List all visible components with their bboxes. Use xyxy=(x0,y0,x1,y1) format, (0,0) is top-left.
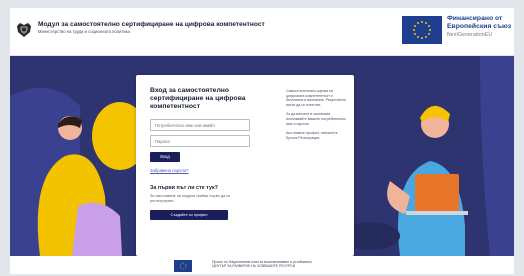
site-title-block[interactable]: Модул за самостоятелно сертифициране на … xyxy=(38,21,328,35)
login-title: Вход за самостоятелно сертифициране на ц… xyxy=(150,87,246,110)
first-time-heading: За първи път ли сте тук? xyxy=(150,185,218,191)
page: Модул за самостоятелно сертифициране на … xyxy=(10,8,514,274)
info-paragraph-3: Ако нямате профил, натиснете бутона Реги… xyxy=(286,131,338,140)
login-form: Вход за самостоятелно сертифициране на ц… xyxy=(150,87,258,220)
header: Модул за самостоятелно сертифициране на … xyxy=(10,8,514,56)
login-card: Вход за самостоятелно сертифициране на ц… xyxy=(136,75,354,256)
eu-funding-text: Финансирано от Европейския съюз NextGene… xyxy=(447,15,514,39)
footer-text: Проект по Националния план за възстановя… xyxy=(212,260,312,269)
login-button[interactable]: Вход xyxy=(150,152,180,162)
site-subtitle: Министерство на труда и социалната полит… xyxy=(38,29,130,34)
forgot-password-link[interactable]: Забравена парола? xyxy=(150,168,258,173)
first-time-text: За използване на модула трябва първо да … xyxy=(150,194,231,203)
site-title[interactable]: Модул за самостоятелно сертифициране на … xyxy=(38,21,328,29)
laptop-icon xyxy=(415,174,459,212)
eu-line-2: Европейския съюз xyxy=(447,23,512,30)
register-button[interactable]: Създайте си профил xyxy=(150,210,228,220)
eu-next-generation: NextGenerationEU xyxy=(447,32,493,38)
info-paragraph-1: Самостоятелната оценка на цифровата комп… xyxy=(286,89,346,107)
eu-line-1: Финансирано от xyxy=(447,15,503,22)
info-paragraph-2: За да влезете в системата използвайте ва… xyxy=(286,112,346,126)
footer: Проект по Националния план за възстановя… xyxy=(10,256,514,274)
coat-of-arms-icon xyxy=(17,23,31,37)
eu-flag-icon xyxy=(402,16,442,44)
laptop-base xyxy=(406,211,468,215)
eu-funding-logo: Финансирано от Европейския съюз NextGene… xyxy=(402,13,514,51)
login-info: Самостоятелната оценка на цифровата комп… xyxy=(286,89,348,145)
eu-flag-icon xyxy=(174,260,192,272)
password-input[interactable] xyxy=(150,135,250,147)
footer-text-line-2: ЦЕНТЪР ЗА РАЗВИТИЕ НА ЧОВЕШКИТЕ РЕСУРСИ xyxy=(212,264,296,269)
username-input[interactable] xyxy=(150,119,250,131)
